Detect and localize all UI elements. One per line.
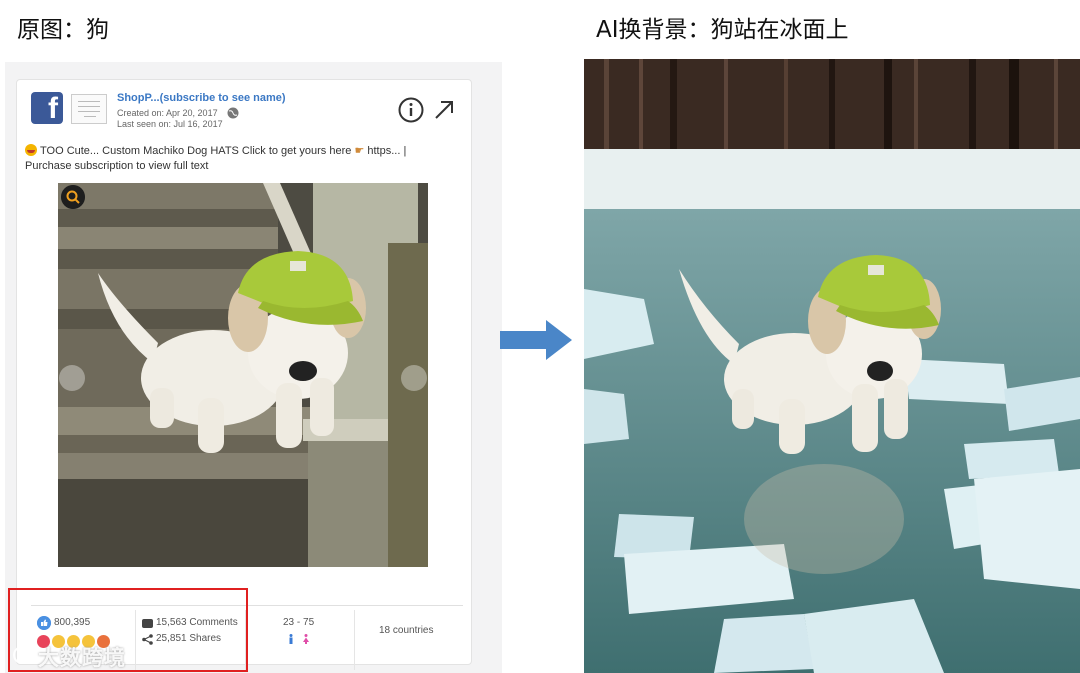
- caption-ai-result: AI换背景：狗站在冰面上: [596, 17, 849, 43]
- arrow-right-icon: [500, 320, 572, 360]
- post-text: TOO Cute... Custom Machiko Dog HATS Clic…: [25, 144, 455, 174]
- ad-image[interactable]: [58, 183, 428, 567]
- info-icon[interactable]: [398, 97, 424, 123]
- caption-original: 原图：狗: [17, 17, 109, 43]
- post-text-line2[interactable]: Purchase subscription to view full text: [25, 160, 208, 172]
- female-icon: [303, 634, 309, 644]
- heart-eyes-emoji-icon: [25, 144, 37, 156]
- watermark-logo-icon: [13, 646, 35, 664]
- post-text-separator: |: [403, 145, 407, 157]
- ai-result-image: [584, 59, 1080, 673]
- page-thumbnail[interactable]: [71, 94, 107, 124]
- globe-icon: [227, 107, 239, 119]
- external-link-icon[interactable]: [433, 99, 455, 121]
- facebook-logo-icon: f: [31, 92, 63, 124]
- countries-count: 18 countries: [379, 625, 434, 636]
- age-range: 23 - 75: [283, 617, 315, 628]
- page-name-link[interactable]: ShopP...(subscribe to see name): [117, 92, 286, 104]
- last-seen-date: Last seen on: Jul 16, 2017: [117, 119, 223, 129]
- watermark: 大数跨境: [38, 646, 126, 670]
- created-date: Created on: Apr 20, 2017: [117, 108, 218, 118]
- pointing-hand-icon: ☛: [354, 145, 365, 157]
- zoom-icon[interactable]: [61, 185, 85, 209]
- stats-separator: [354, 610, 355, 670]
- male-icon: [289, 634, 293, 644]
- post-link[interactable]: https...: [367, 145, 400, 157]
- post-text-line1: TOO Cute... Custom Machiko Dog HATS Clic…: [40, 145, 352, 157]
- ad-card: f ShopP...(subscribe to see name) Create…: [16, 79, 472, 670]
